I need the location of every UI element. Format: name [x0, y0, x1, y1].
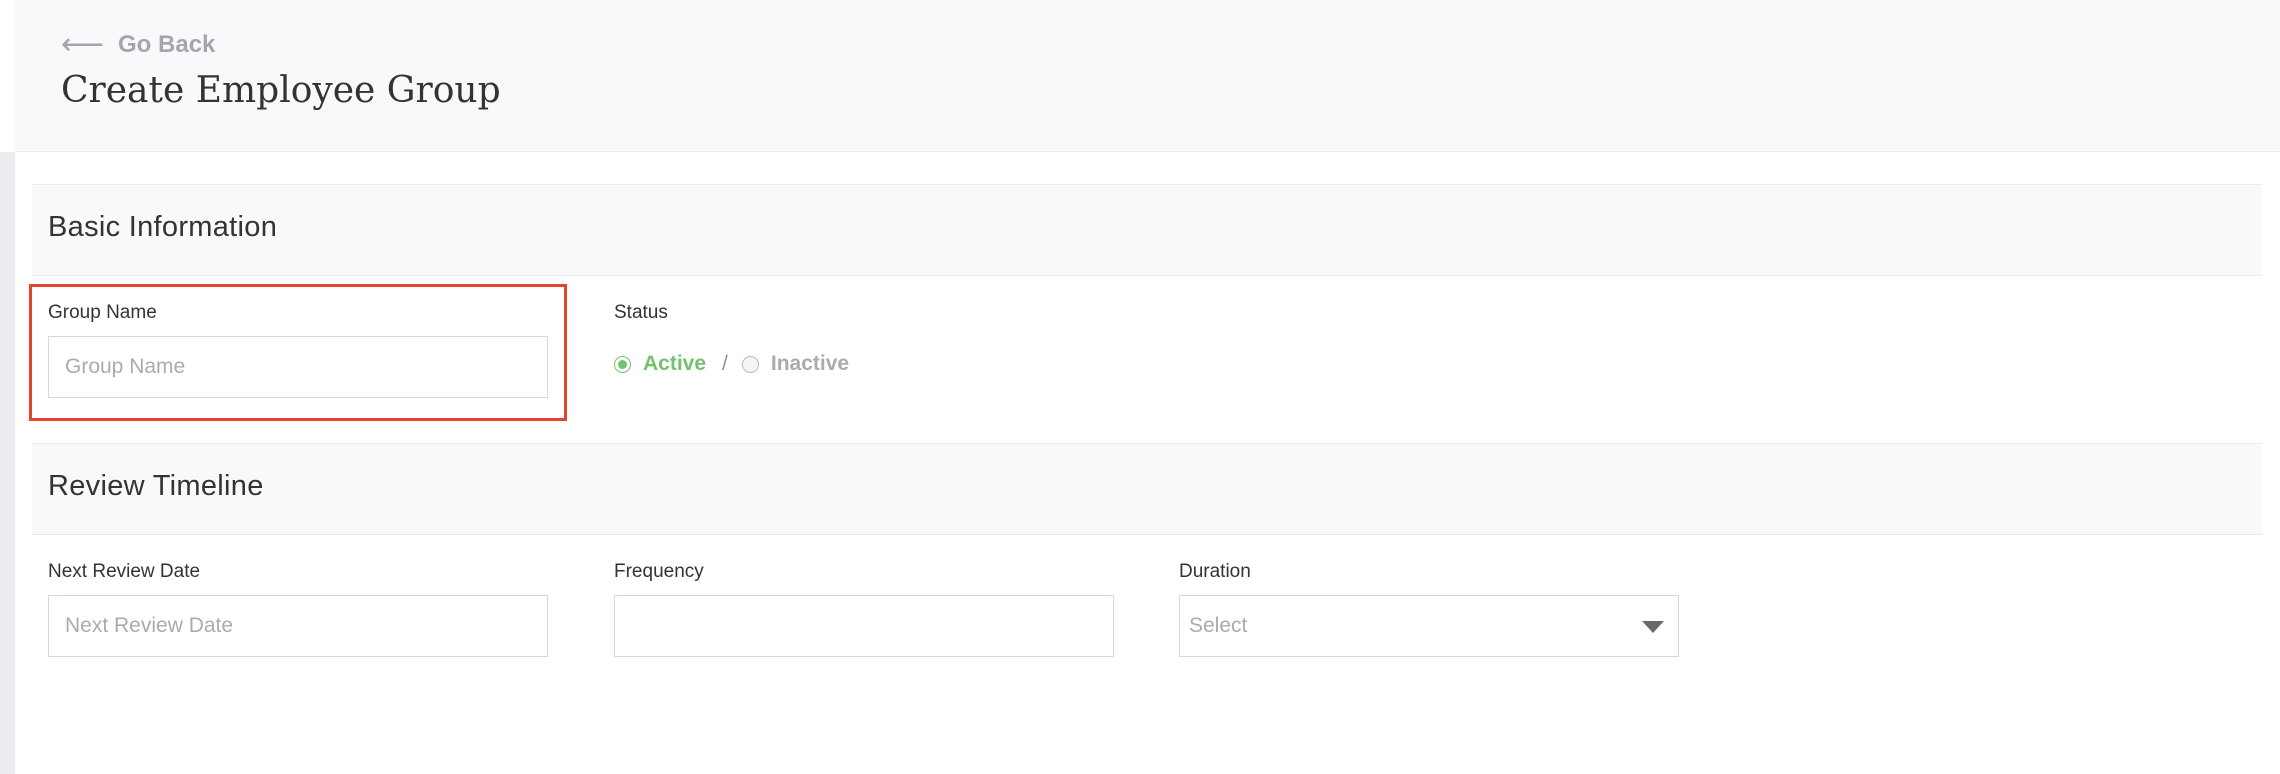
status-inactive-label[interactable]: Inactive [771, 352, 849, 376]
duration-selected-value: Select [1189, 614, 1248, 637]
arrow-left-icon: ⟵ [61, 28, 105, 61]
next-review-date-label: Next Review Date [48, 561, 201, 582]
go-back-label: Go Back [118, 31, 216, 58]
status-label: Status [614, 302, 668, 323]
caret-down-icon [1642, 621, 1664, 633]
status-field: Status Active / Inactive [614, 302, 849, 376]
status-active-radio[interactable] [614, 355, 631, 373]
frequency-field: Frequency [614, 561, 1114, 657]
group-name-label: Group Name [48, 302, 157, 323]
page-title: Create Employee Group [61, 70, 501, 111]
duration-select[interactable]: Select [1179, 595, 1679, 657]
group-name-field: Group Name [48, 302, 548, 398]
status-radio-group: Active / Inactive [614, 352, 849, 376]
status-inactive-radio[interactable] [741, 355, 759, 373]
review-timeline-section-header: Review Timeline [32, 443, 2262, 535]
next-review-date-field: Next Review Date [48, 561, 548, 657]
duration-field: Duration Select [1179, 561, 1679, 657]
status-active-label[interactable]: Active [643, 352, 706, 376]
duration-label: Duration [1179, 561, 1251, 582]
review-timeline-title: Review Timeline [48, 470, 264, 502]
status-separator: / [722, 352, 728, 375]
next-review-date-input[interactable] [48, 595, 548, 657]
frequency-input[interactable] [614, 595, 1114, 657]
left-rail [0, 152, 15, 774]
basic-information-section-header: Basic Information [32, 184, 2262, 276]
go-back-link[interactable]: ⟵ Go Back [61, 30, 215, 60]
frequency-label: Frequency [614, 561, 704, 582]
group-name-input[interactable] [48, 336, 548, 398]
page-header: ⟵ Go Back Create Employee Group [15, 0, 2280, 152]
basic-information-title: Basic Information [48, 211, 278, 243]
